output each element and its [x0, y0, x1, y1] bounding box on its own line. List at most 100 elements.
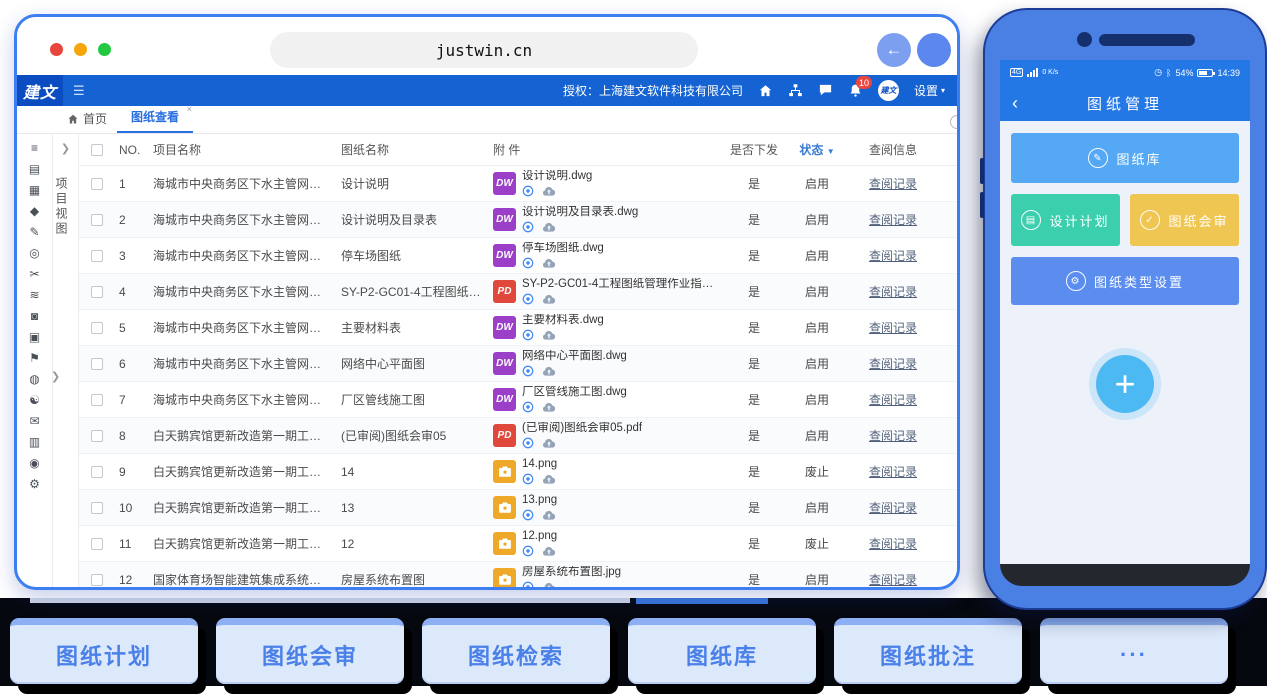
preview-eye-icon[interactable] — [522, 257, 534, 269]
download-cloud-icon[interactable] — [542, 365, 556, 377]
download-cloud-icon[interactable] — [542, 437, 556, 449]
drawing-library-button[interactable]: ✎ 图纸库 — [1011, 133, 1239, 183]
download-cloud-icon[interactable] — [542, 581, 556, 588]
key-button[interactable]: 图纸检索 — [422, 618, 610, 684]
chat2-icon[interactable]: ☯ — [29, 394, 40, 406]
view-records-link[interactable]: 查阅记录 — [869, 429, 917, 443]
file-name[interactable]: 停车场图纸.dwg — [522, 242, 604, 255]
download-cloud-icon[interactable] — [542, 401, 556, 413]
draw-icon[interactable]: ✎ — [29, 226, 39, 238]
refresh-icon[interactable] — [950, 115, 960, 129]
tab-drawing-view[interactable]: 图纸查看 × — [117, 108, 193, 133]
preview-eye-icon[interactable] — [522, 221, 534, 233]
back-button[interactable]: ← — [877, 33, 911, 67]
panel-expander-icon[interactable]: ❯ — [51, 370, 60, 383]
target-icon[interactable]: ◎ — [29, 247, 39, 259]
chat-icon[interactable] — [818, 83, 833, 98]
gear-icon[interactable]: ⚙ — [29, 478, 40, 490]
preview-eye-icon[interactable] — [522, 437, 534, 449]
row-checkbox[interactable] — [91, 466, 103, 478]
document-icon[interactable]: ▤ — [29, 163, 40, 175]
row-checkbox[interactable] — [91, 322, 103, 334]
minimize-traffic-light[interactable] — [74, 43, 87, 56]
sitemap-icon[interactable] — [788, 83, 803, 98]
back-chevron-icon[interactable]: ‹ — [1012, 94, 1018, 112]
preview-eye-icon[interactable] — [522, 401, 534, 413]
preview-eye-icon[interactable] — [522, 185, 534, 197]
download-cloud-icon[interactable] — [542, 221, 556, 233]
row-checkbox[interactable] — [91, 538, 103, 550]
view-records-link[interactable]: 查阅记录 — [869, 213, 917, 227]
notification-bell[interactable]: 10 — [848, 83, 863, 98]
hamburger-icon[interactable]: ☰ — [73, 83, 85, 99]
row-checkbox[interactable] — [91, 214, 103, 226]
drawing-review-button[interactable]: ✓ 图纸会审 — [1130, 194, 1239, 246]
add-button[interactable]: + — [1096, 355, 1154, 413]
flag-icon[interactable]: ⚑ — [29, 352, 40, 364]
safety-icon[interactable]: ◆ — [30, 205, 39, 217]
row-checkbox[interactable] — [91, 502, 103, 514]
view-records-link[interactable]: 查阅记录 — [869, 321, 917, 335]
maximize-traffic-light[interactable] — [98, 43, 111, 56]
view-records-link[interactable]: 查阅记录 — [869, 537, 917, 551]
report-icon[interactable]: ▣ — [29, 331, 40, 343]
key-button[interactable]: 图纸计划 — [10, 618, 198, 684]
view-records-link[interactable]: 查阅记录 — [869, 357, 917, 371]
close-traffic-light[interactable] — [50, 43, 63, 56]
row-checkbox[interactable] — [91, 430, 103, 442]
tab-home[interactable]: 首页 — [67, 110, 117, 133]
row-checkbox[interactable] — [91, 574, 103, 586]
shield-icon[interactable]: ◙ — [31, 310, 38, 322]
calendar-icon[interactable]: ▦ — [29, 184, 40, 196]
view-records-link[interactable]: 查阅记录 — [869, 285, 917, 299]
file-name[interactable]: 网络中心平面图.dwg — [522, 350, 627, 363]
select-all-checkbox[interactable] — [91, 144, 103, 156]
settings-menu[interactable]: 设置 ▾ — [914, 82, 945, 99]
url-bar[interactable]: justwin.cn — [270, 32, 698, 68]
file-name[interactable]: 主要材料表.dwg — [522, 314, 604, 327]
view-records-link[interactable]: 查阅记录 — [869, 573, 917, 587]
view-records-link[interactable]: 查阅记录 — [869, 501, 917, 515]
panel-expander-icon[interactable]: ❯ — [53, 134, 78, 155]
download-cloud-icon[interactable] — [542, 329, 556, 341]
preview-eye-icon[interactable] — [522, 293, 534, 305]
row-checkbox[interactable] — [91, 250, 103, 262]
globe-icon[interactable]: ◍ — [29, 373, 39, 385]
file-name[interactable]: SY-P2-GC01-4工程图纸管理作业指引.pdf — [522, 278, 717, 291]
preview-eye-icon[interactable] — [522, 329, 534, 341]
download-cloud-icon[interactable] — [542, 509, 556, 521]
view-records-link[interactable]: 查阅记录 — [869, 177, 917, 191]
file-name[interactable]: 12.png — [522, 530, 557, 543]
brand-avatar[interactable]: 建文 — [878, 80, 899, 101]
view-records-link[interactable]: 查阅记录 — [869, 465, 917, 479]
view-records-link[interactable]: 查阅记录 — [869, 393, 917, 407]
download-cloud-icon[interactable] — [542, 473, 556, 485]
file-name[interactable]: 厂区管线施工图.dwg — [522, 386, 627, 399]
preview-eye-icon[interactable] — [522, 545, 534, 557]
file-name[interactable]: 房屋系统布置图.jpg — [522, 566, 621, 579]
key-button[interactable]: 图纸会审 — [216, 618, 404, 684]
tools-icon[interactable]: ✂ — [29, 268, 39, 280]
key-button[interactable]: 图纸批注 — [834, 618, 1022, 684]
download-cloud-icon[interactable] — [542, 257, 556, 269]
file-name[interactable]: (已审阅)图纸会审05.pdf — [522, 422, 642, 435]
close-icon[interactable]: × — [187, 104, 192, 114]
view-records-link[interactable]: 查阅记录 — [869, 249, 917, 263]
idcard-icon[interactable]: ◉ — [29, 457, 39, 469]
home-icon[interactable] — [758, 83, 773, 98]
file-name[interactable]: 设计说明及目录表.dwg — [522, 206, 638, 219]
key-button[interactable]: 图纸库 — [628, 618, 816, 684]
key-button[interactable]: ··· — [1040, 618, 1228, 684]
file-name[interactable]: 14.png — [522, 458, 557, 471]
design-plan-button[interactable]: ▤ 设计计划 — [1011, 194, 1120, 246]
wifi-icon[interactable]: ≋ — [29, 289, 39, 301]
file-name[interactable]: 13.png — [522, 494, 557, 507]
menu-icon[interactable]: ≡ — [31, 142, 38, 154]
user-icon[interactable]: ▥ — [29, 436, 40, 448]
preview-eye-icon[interactable] — [522, 581, 534, 588]
project-view-label[interactable]: 项目视图 — [53, 177, 78, 237]
row-checkbox[interactable] — [91, 358, 103, 370]
row-checkbox[interactable] — [91, 286, 103, 298]
download-cloud-icon[interactable] — [542, 545, 556, 557]
drawing-type-settings-button[interactable]: ⚙ 图纸类型设置 — [1011, 257, 1239, 305]
